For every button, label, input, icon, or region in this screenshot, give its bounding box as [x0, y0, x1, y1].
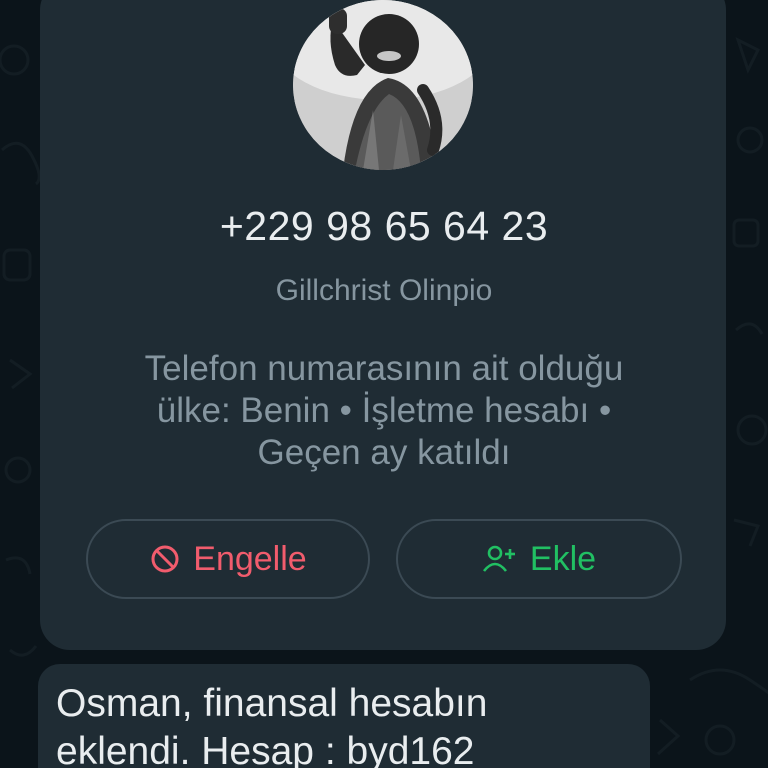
add-contact-button-label: Ekle — [529, 539, 597, 578]
incoming-message-bubble[interactable]: Osman, finansal hesabın eklendi. Hesap :… — [38, 664, 650, 768]
block-button-label: Engelle — [193, 539, 307, 578]
block-button[interactable]: Engelle — [86, 519, 370, 599]
contact-account-info: Telefon numarasının ait olduğu ülke: Ben… — [144, 349, 624, 472]
chat-screen: +229 98 65 64 23 Gillchrist Olinpio Tele… — [0, 0, 768, 768]
add-contact-button[interactable]: Ekle — [396, 519, 682, 599]
avatar-photo — [293, 0, 473, 170]
block-icon — [151, 545, 179, 573]
contact-phone-number: +229 98 65 64 23 — [219, 203, 549, 249]
add-contact-icon — [482, 545, 515, 572]
contact-profile-name: Gillchrist Olinpio — [275, 274, 493, 307]
contact-avatar[interactable] — [293, 0, 473, 170]
message-text: Osman, finansal hesabın eklendi. Hesap :… — [56, 682, 488, 768]
